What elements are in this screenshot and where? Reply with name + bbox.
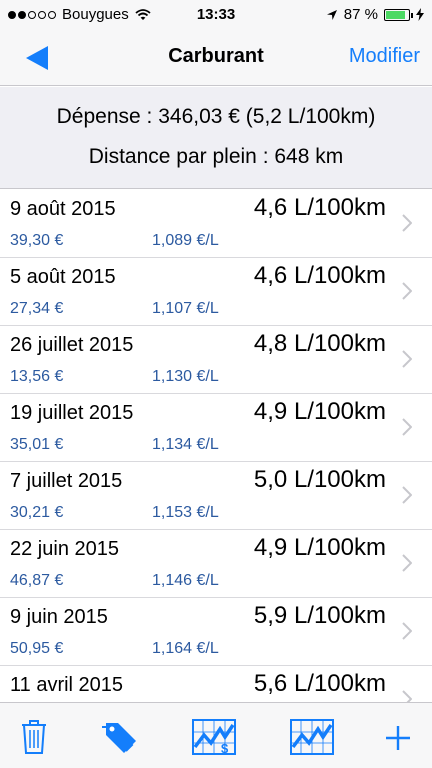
entry-date: 19 juillet 2015 — [10, 402, 134, 424]
status-bar: Bouygues 13:33 87 % — [0, 0, 432, 30]
chevron-right-icon — [402, 486, 412, 504]
list-item[interactable]: 5 août 2015 4,6 L/100km 27,34 € 1,107 €/… — [0, 258, 432, 326]
entry-consumption: 5,0 L/100km — [253, 466, 386, 493]
summary-panel: Dépense : 346,03 € (5,2 L/100km) Distanc… — [0, 87, 432, 189]
entry-date: 9 août 2015 — [10, 198, 116, 220]
entry-amount: 35,01 € — [10, 436, 64, 453]
charging-bolt-icon — [416, 8, 424, 21]
entry-date: 26 juillet 2015 — [10, 334, 134, 356]
entry-unit-price: 1,153 €/L — [152, 504, 219, 521]
expense-summary: Dépense : 346,03 € (5,2 L/100km) — [56, 105, 376, 128]
entry-amount: 30,21 € — [10, 504, 64, 521]
entry-consumption: 5,6 L/100km — [253, 670, 386, 697]
distance-summary: Distance par plein : 648 km — [88, 145, 344, 168]
entry-consumption: 5,9 L/100km — [253, 602, 386, 629]
trash-icon[interactable] — [20, 719, 48, 755]
navigation-bar: Carburant Modifier — [0, 30, 432, 86]
entry-amount: 27,34 € — [10, 300, 64, 317]
entry-consumption: 4,8 L/100km — [253, 330, 386, 357]
cost-chart-icon[interactable]: $ — [192, 719, 236, 755]
entry-date: 9 juin 2015 — [10, 606, 108, 628]
list-item[interactable]: 11 avril 2015 5,6 L/100km — [0, 666, 432, 702]
entry-consumption: 4,6 L/100km — [253, 194, 386, 221]
entry-unit-price: 1,146 €/L — [152, 572, 219, 589]
bottom-toolbar: $ — [0, 702, 432, 768]
list-item[interactable]: 22 juin 2015 4,9 L/100km 46,87 € 1,146 €… — [0, 530, 432, 598]
entry-consumption: 4,9 L/100km — [253, 534, 386, 561]
fuel-entry-list: 9 août 2015 4,6 L/100km 39,30 € 1,089 €/… — [0, 190, 432, 702]
entry-amount: 50,95 € — [10, 640, 64, 657]
entry-unit-price: 1,134 €/L — [152, 436, 219, 453]
chevron-right-icon — [402, 554, 412, 572]
entry-unit-price: 1,107 €/L — [152, 300, 219, 317]
list-item[interactable]: 9 août 2015 4,6 L/100km 39,30 € 1,089 €/… — [0, 190, 432, 258]
battery-icon — [384, 8, 413, 21]
entry-date: 11 avril 2015 — [10, 674, 124, 696]
plus-icon[interactable] — [384, 719, 412, 755]
battery-percent: 87 % — [343, 6, 378, 23]
chevron-right-icon — [402, 418, 412, 436]
chevron-right-icon — [402, 282, 412, 300]
entry-unit-price: 1,089 €/L — [152, 232, 219, 249]
entry-amount: 46,87 € — [10, 572, 64, 589]
chevron-right-icon — [402, 622, 412, 640]
chevron-right-icon — [402, 214, 412, 232]
entry-amount: 39,30 € — [10, 232, 64, 249]
list-item[interactable]: 7 juillet 2015 5,0 L/100km 30,21 € 1,153… — [0, 462, 432, 530]
entry-amount: 13,56 € — [10, 368, 64, 385]
entry-date: 7 juillet 2015 — [10, 470, 123, 492]
chevron-right-icon — [402, 690, 412, 702]
entry-date: 5 août 2015 — [10, 266, 116, 288]
chevron-right-icon — [402, 350, 412, 368]
entry-unit-price: 1,164 €/L — [152, 640, 219, 657]
status-right: 87 % — [326, 6, 424, 23]
list-item[interactable]: 19 juillet 2015 4,9 L/100km 35,01 € 1,13… — [0, 394, 432, 462]
svg-text:$: $ — [221, 741, 229, 755]
entry-date: 22 juin 2015 — [10, 538, 119, 560]
consumption-chart-icon[interactable] — [290, 719, 334, 755]
list-item[interactable]: 9 juin 2015 5,9 L/100km 50,95 € 1,164 €/… — [0, 598, 432, 666]
entry-consumption: 4,6 L/100km — [253, 262, 386, 289]
entry-unit-price: 1,130 €/L — [152, 368, 219, 385]
entry-consumption: 4,9 L/100km — [253, 398, 386, 425]
tags-icon[interactable] — [100, 719, 140, 755]
location-arrow-icon — [326, 9, 337, 20]
list-item[interactable]: 26 juillet 2015 4,8 L/100km 13,56 € 1,13… — [0, 326, 432, 394]
edit-button[interactable]: Modifier — [349, 45, 420, 68]
